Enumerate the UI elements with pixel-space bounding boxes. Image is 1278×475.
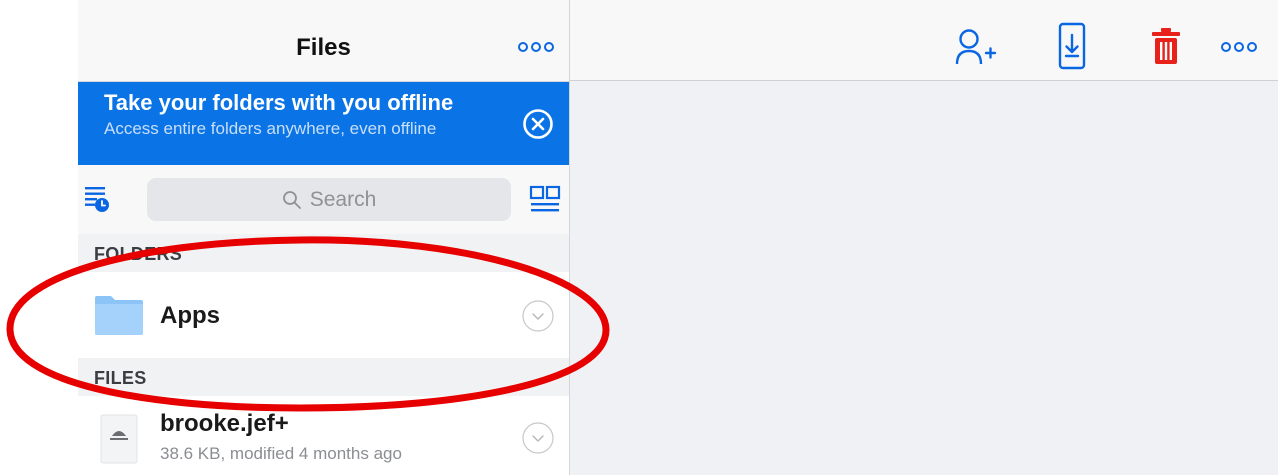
search-toolbar: Search bbox=[78, 165, 569, 234]
save-to-device-icon[interactable] bbox=[1058, 22, 1086, 70]
chevron-down-circle-icon[interactable] bbox=[522, 422, 554, 454]
banner-title: Take your folders with you offline bbox=[104, 90, 454, 115]
list-item[interactable]: brooke.jef+ 38.6 KB, modified 4 months a… bbox=[78, 396, 569, 475]
file-icon bbox=[100, 414, 138, 464]
folders-section-header: FOLDERS bbox=[78, 234, 569, 272]
close-circle-icon[interactable] bbox=[522, 108, 554, 140]
offline-banner[interactable]: Take your folders with you offline Acces… bbox=[78, 82, 569, 165]
search-icon bbox=[282, 190, 301, 209]
folders-header-label: FOLDERS bbox=[94, 244, 183, 264]
trash-icon[interactable] bbox=[1151, 27, 1181, 65]
list-item[interactable]: Apps bbox=[78, 272, 569, 358]
folder-name: Apps bbox=[160, 302, 220, 329]
files-sidebar: Files Take your folders with you offline… bbox=[78, 0, 569, 475]
files-header-label: FILES bbox=[94, 368, 147, 388]
left-margin bbox=[0, 0, 78, 475]
ellipsis-icon[interactable] bbox=[1221, 42, 1257, 52]
files-section-header: FILES bbox=[78, 358, 569, 396]
chevron-down-circle-icon[interactable] bbox=[522, 300, 554, 332]
recents-icon[interactable] bbox=[82, 184, 112, 216]
folder-icon bbox=[95, 296, 143, 335]
sidebar-header: Files bbox=[78, 0, 569, 82]
search-input[interactable]: Search bbox=[147, 178, 511, 221]
ellipsis-icon[interactable] bbox=[518, 42, 554, 52]
page-title: Files bbox=[296, 34, 351, 61]
banner-subtitle: Access entire folders anywhere, even off… bbox=[104, 119, 437, 138]
file-meta: 38.6 KB, modified 4 months ago bbox=[160, 444, 402, 463]
add-person-icon[interactable] bbox=[955, 27, 997, 67]
detail-toolbar bbox=[570, 0, 1278, 81]
file-name: brooke.jef+ bbox=[160, 410, 289, 437]
grid-view-icon[interactable] bbox=[529, 184, 561, 216]
search-placeholder: Search bbox=[309, 187, 377, 211]
